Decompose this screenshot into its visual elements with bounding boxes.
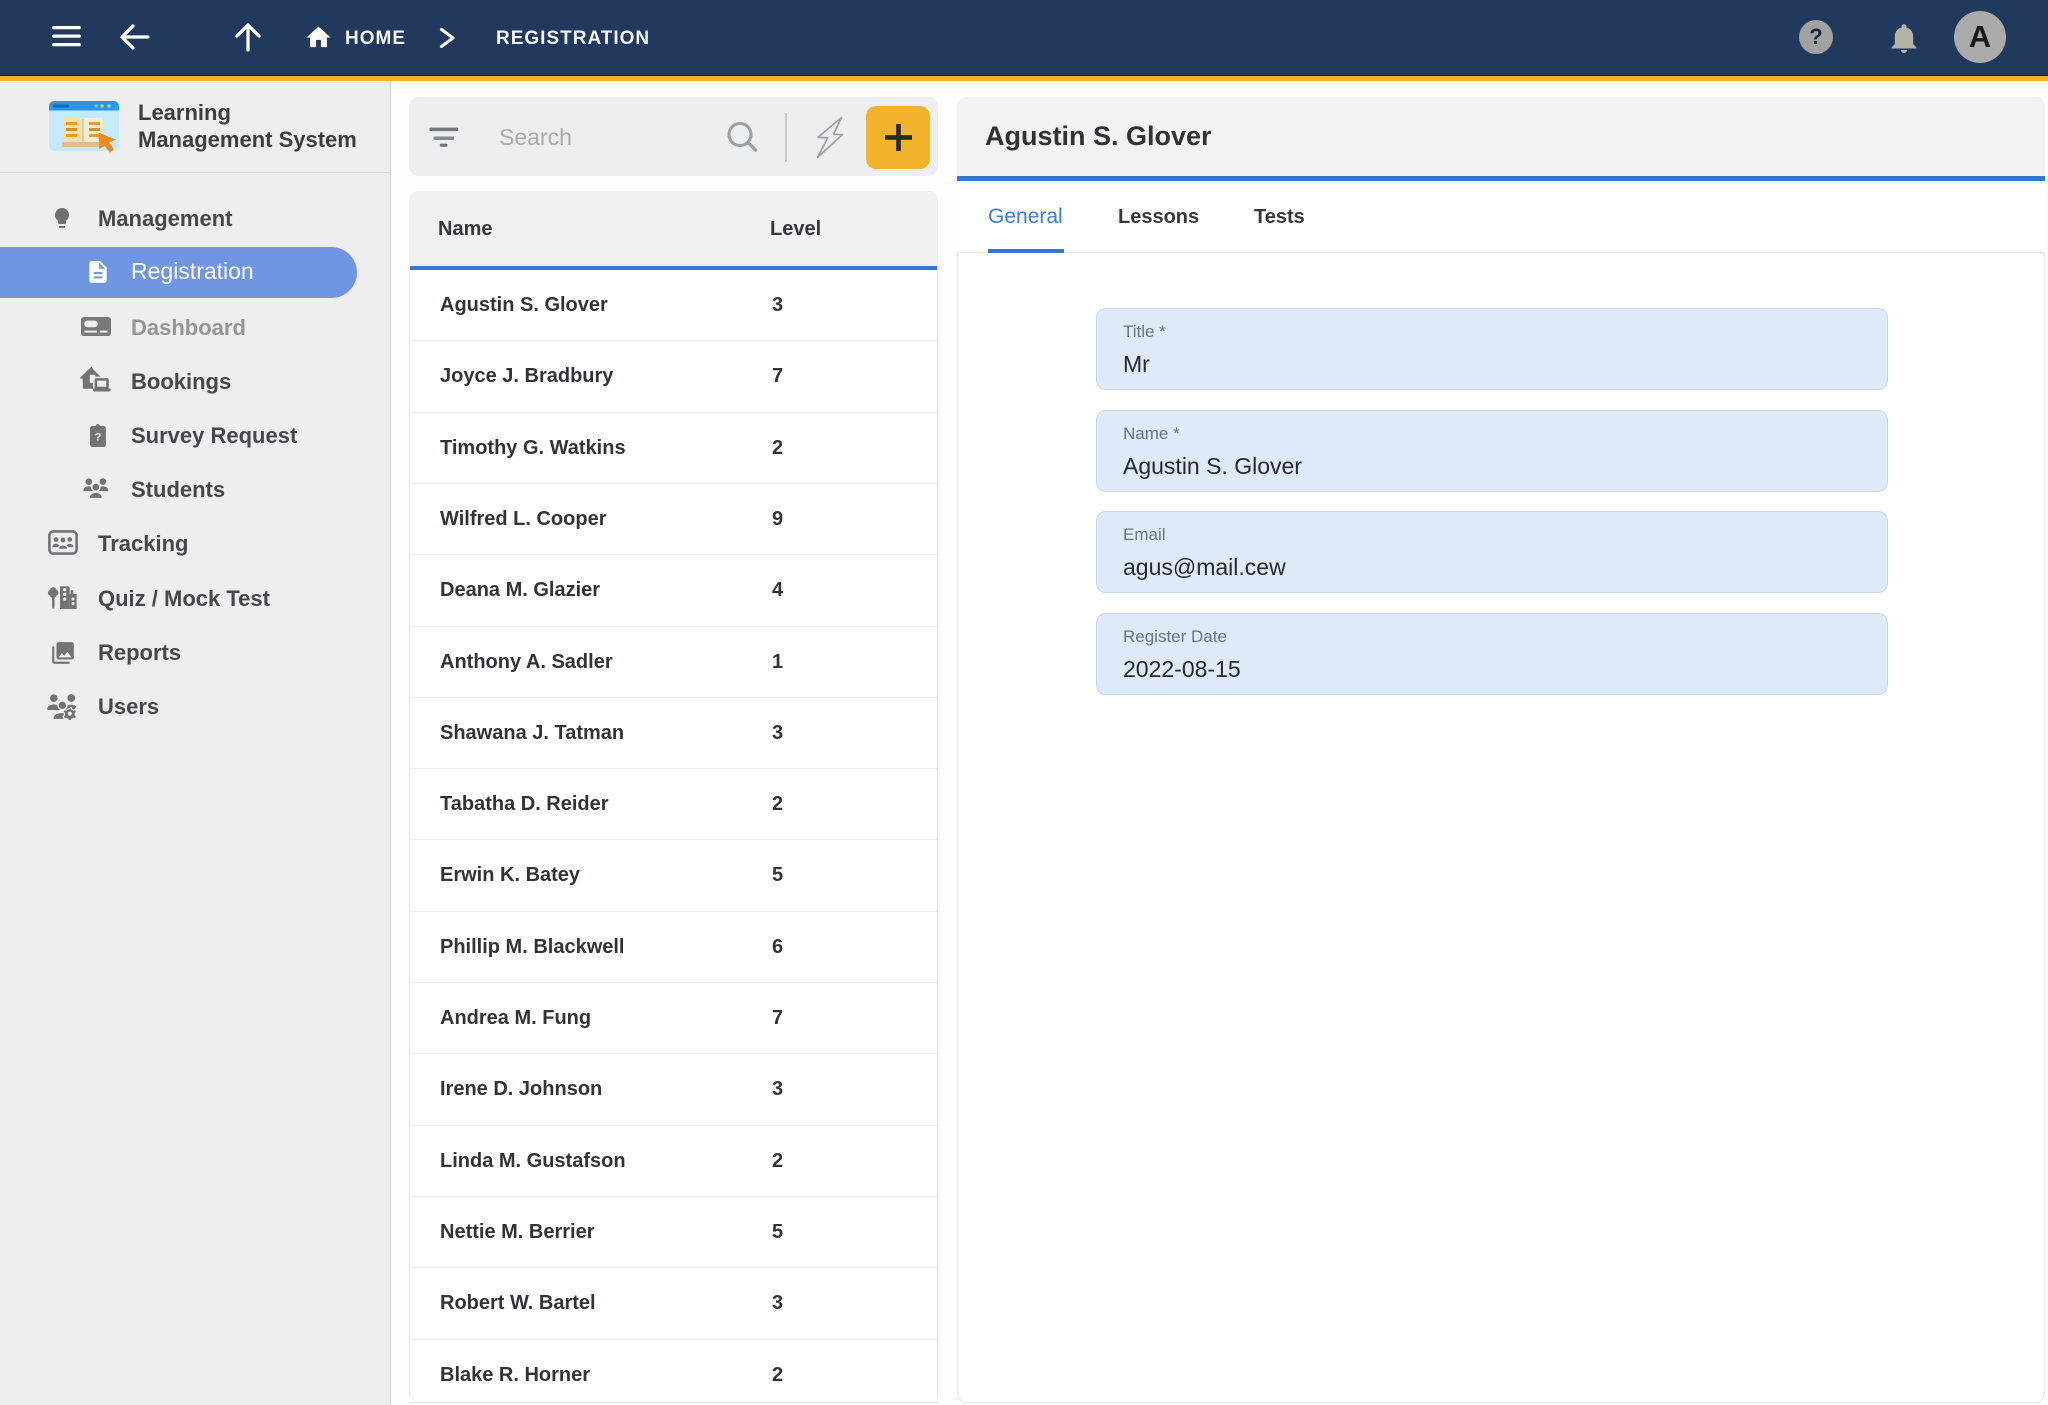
svg-text:?: ? [95,432,102,444]
